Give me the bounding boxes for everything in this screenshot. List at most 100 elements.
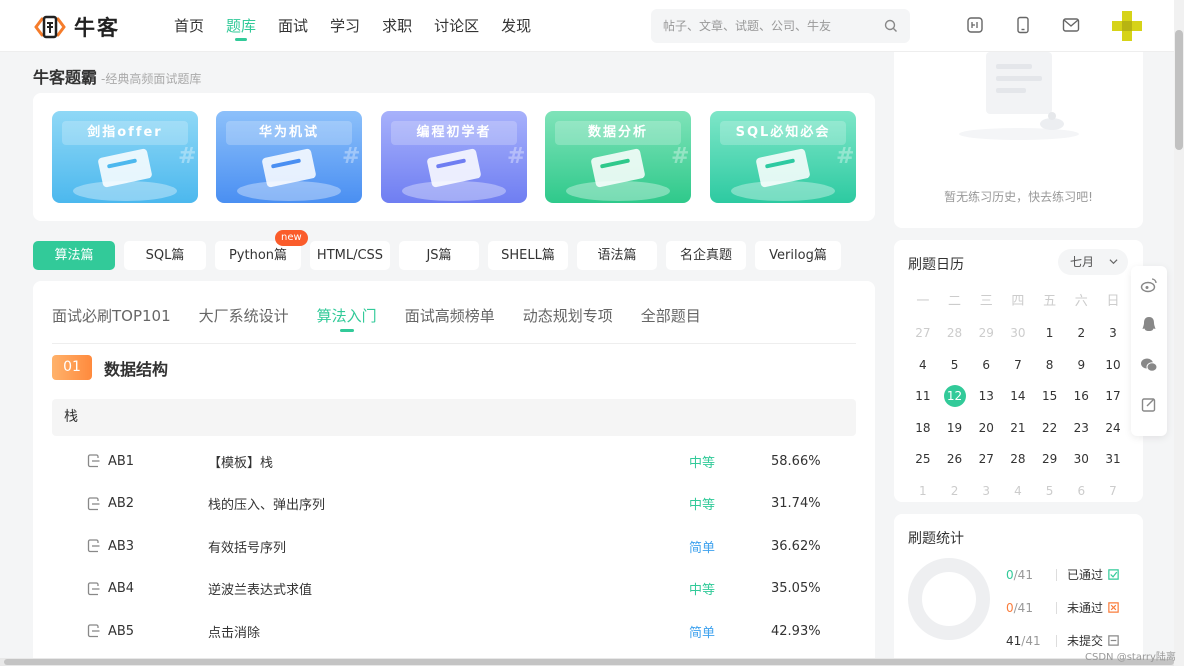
- nav-item[interactable]: 首页: [174, 0, 204, 52]
- nav-item[interactable]: 发现: [501, 0, 531, 52]
- avatar[interactable]: [1112, 11, 1142, 41]
- calendar-day[interactable]: 3: [1097, 321, 1129, 345]
- calendar-day[interactable]: 28: [939, 321, 971, 345]
- category-pill[interactable]: 名企真题: [666, 241, 746, 270]
- calendar-day[interactable]: 2: [939, 479, 971, 503]
- category-pill[interactable]: HTML/CSS: [310, 241, 390, 270]
- calendar-day[interactable]: 6: [1065, 479, 1097, 503]
- calendar-day[interactable]: 19: [939, 416, 971, 440]
- calendar-day[interactable]: 14: [1002, 384, 1034, 408]
- category-pill[interactable]: 语法篇: [577, 241, 657, 270]
- search-input[interactable]: [663, 19, 884, 33]
- mail-icon[interactable]: [1060, 14, 1082, 36]
- calendar-day[interactable]: 4: [907, 353, 939, 377]
- calendar-day[interactable]: 29: [1034, 447, 1066, 471]
- calendar-day[interactable]: 17: [1097, 384, 1129, 408]
- calendar-day[interactable]: 29: [970, 321, 1002, 345]
- feedback-icon[interactable]: [1140, 396, 1158, 414]
- calendar-day[interactable]: 30: [1002, 321, 1034, 345]
- category-pill[interactable]: Python篇 new: [215, 230, 308, 270]
- calendar-day[interactable]: 5: [939, 353, 971, 377]
- calendar-day-today[interactable]: 12: [939, 384, 971, 408]
- calendar-day[interactable]: 23: [1065, 416, 1097, 440]
- calendar-day[interactable]: 25: [907, 447, 939, 471]
- nav-item[interactable]: 求职: [382, 0, 412, 52]
- category-pill[interactable]: SHELL篇: [488, 241, 568, 270]
- nav-item[interactable]: 面试: [278, 0, 308, 52]
- problem-title[interactable]: 栈的压入、弹出序列: [208, 494, 325, 513]
- banner-card[interactable]: 华为机试 #: [216, 111, 362, 203]
- problem-tab[interactable]: 面试高频榜单: [405, 305, 495, 329]
- banner-card[interactable]: 编程初学者 #: [381, 111, 527, 203]
- calendar-day[interactable]: 28: [1002, 447, 1034, 471]
- nav-item[interactable]: 讨论区: [434, 0, 479, 52]
- calendar-day[interactable]: 1: [907, 479, 939, 503]
- calendar-day[interactable]: 2: [1065, 321, 1097, 345]
- weibo-icon[interactable]: [1140, 276, 1158, 294]
- category-pill[interactable]: SQL篇: [124, 241, 206, 270]
- calendar-day[interactable]: 4: [1002, 479, 1034, 503]
- banner-card[interactable]: 剑指offer #: [52, 111, 198, 203]
- problem-row[interactable]: AB2 栈的压入、弹出序列 中等 31.74%: [52, 483, 856, 526]
- banner-card[interactable]: SQL必知必会 #: [710, 111, 856, 203]
- problem-title[interactable]: 【模板】栈: [208, 452, 273, 471]
- problem-tab[interactable]: 算法入门: [317, 305, 377, 332]
- calendar-day[interactable]: 11: [907, 384, 939, 408]
- problem-title[interactable]: 有效括号序列: [208, 537, 286, 556]
- problem-tab[interactable]: 全部题目: [641, 305, 701, 329]
- logo[interactable]: 牛客: [32, 12, 120, 42]
- scroll-thumb[interactable]: [1175, 30, 1183, 150]
- problem-tab[interactable]: 大厂系统设计: [199, 305, 289, 329]
- stat-label[interactable]: 已通过: [1067, 566, 1120, 583]
- calendar-day[interactable]: 15: [1034, 384, 1066, 408]
- problem-tab[interactable]: 面试必刷TOP101: [52, 305, 171, 329]
- hscroll-thumb[interactable]: [4, 659, 1174, 665]
- calendar-day[interactable]: 27: [970, 447, 1002, 471]
- search-icon[interactable]: [884, 19, 898, 33]
- calendar-day[interactable]: 1: [1034, 321, 1066, 345]
- calendar-day[interactable]: 30: [1065, 447, 1097, 471]
- calendar-day[interactable]: 8: [1034, 353, 1066, 377]
- calendar-day[interactable]: 21: [1002, 416, 1034, 440]
- calendar-day[interactable]: 6: [970, 353, 1002, 377]
- nav-item[interactable]: 题库: [226, 0, 256, 52]
- search-box[interactable]: [651, 9, 910, 43]
- calendar-day[interactable]: 27: [907, 321, 939, 345]
- problem-title[interactable]: 逆波兰表达式求值: [208, 579, 312, 598]
- problem-row[interactable]: AB5 点击消除 简单 42.93%: [52, 610, 856, 653]
- mobile-app-icon[interactable]: [1012, 14, 1034, 36]
- stat-label[interactable]: 未提交: [1067, 632, 1120, 649]
- calendar-day[interactable]: 16: [1065, 384, 1097, 408]
- banner-card[interactable]: 数据分析 #: [545, 111, 691, 203]
- calendar-day[interactable]: 22: [1034, 416, 1066, 440]
- calendar-day[interactable]: 20: [970, 416, 1002, 440]
- qq-icon[interactable]: [1140, 316, 1158, 334]
- problem-row[interactable]: AB1 【模板】栈 中等 58.66%: [52, 440, 856, 483]
- calendar-day[interactable]: 18: [907, 416, 939, 440]
- calendar-day[interactable]: 7: [1002, 353, 1034, 377]
- stat-label[interactable]: 未通过: [1067, 599, 1120, 616]
- calendar-day[interactable]: 7: [1097, 479, 1129, 503]
- month-select[interactable]: 七月: [1058, 249, 1128, 275]
- problem-title[interactable]: 点击消除: [208, 622, 260, 641]
- problem-tab[interactable]: 动态规划专项: [523, 305, 613, 329]
- category-pill[interactable]: JS篇: [399, 241, 479, 270]
- calendar-day[interactable]: 5: [1034, 479, 1066, 503]
- calendar-day[interactable]: 10: [1097, 353, 1129, 377]
- wechat-icon[interactable]: [1140, 356, 1158, 374]
- calendar-day[interactable]: 26: [939, 447, 971, 471]
- category-pill[interactable]: Verilog篇: [755, 241, 841, 270]
- category-pill[interactable]: 算法篇: [33, 241, 115, 270]
- calendar-day[interactable]: 24: [1097, 416, 1129, 440]
- recruit-icon[interactable]: [964, 14, 986, 36]
- horizontal-scrollbar[interactable]: [0, 658, 1174, 666]
- problem-row[interactable]: AB3 有效括号序列 简单 36.62%: [52, 525, 856, 568]
- group-header[interactable]: 栈: [52, 399, 856, 436]
- problem-row[interactable]: AB4 逆波兰表达式求值 中等 35.05%: [52, 568, 856, 611]
- calendar-day[interactable]: 31: [1097, 447, 1129, 471]
- calendar-day[interactable]: 3: [970, 479, 1002, 503]
- calendar-day[interactable]: 13: [970, 384, 1002, 408]
- vertical-scrollbar[interactable]: [1174, 0, 1184, 666]
- calendar-day[interactable]: 9: [1065, 353, 1097, 377]
- nav-item[interactable]: 学习: [330, 0, 360, 52]
